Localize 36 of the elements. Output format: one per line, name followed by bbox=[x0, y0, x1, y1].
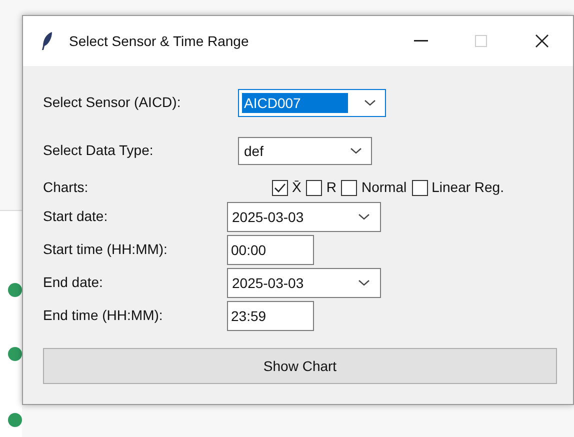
date-picker[interactable]: 2025-03-03 bbox=[227, 268, 381, 298]
checkbox-label: R bbox=[326, 178, 336, 197]
checkbox-label: Normal bbox=[361, 178, 407, 197]
checkbox[interactable] bbox=[341, 180, 358, 196]
checkbox[interactable] bbox=[272, 180, 288, 196]
maximize-icon bbox=[475, 35, 487, 47]
field-label: End date: bbox=[43, 274, 103, 290]
field-label: Select Sensor (AICD): bbox=[43, 94, 181, 110]
dropdown[interactable]: def bbox=[238, 137, 372, 165]
field-label: End time (HH:MM): bbox=[43, 307, 163, 323]
field-label: Charts: bbox=[43, 178, 88, 194]
checkbox[interactable] bbox=[412, 180, 428, 196]
field-label: Start date: bbox=[43, 208, 108, 224]
chevron-down-icon bbox=[350, 147, 362, 155]
field-label: Select Data Type: bbox=[43, 142, 154, 158]
chevron-down-icon bbox=[364, 99, 376, 107]
close-icon bbox=[535, 34, 549, 48]
checkbox[interactable] bbox=[306, 180, 322, 196]
dropdown-value: def bbox=[243, 142, 264, 161]
chevron-down-icon bbox=[358, 279, 370, 287]
date-value: 2025-03-03 bbox=[232, 274, 304, 292]
feather-icon bbox=[41, 31, 53, 51]
dropdown-value: AICD007 bbox=[242, 93, 348, 113]
minimize-icon bbox=[414, 40, 428, 42]
show-chart-button[interactable]: Show Chart bbox=[43, 348, 557, 384]
chevron-down-icon bbox=[358, 213, 370, 221]
dropdown[interactable]: AICD007 bbox=[238, 89, 386, 117]
field-label: Start time (HH:MM): bbox=[43, 241, 168, 257]
check-icon bbox=[274, 182, 286, 192]
date-value: 2025-03-03 bbox=[232, 208, 304, 226]
time-field[interactable]: 23:59 bbox=[227, 301, 314, 331]
date-picker[interactable]: 2025-03-03 bbox=[227, 202, 381, 232]
window-title: Select Sensor & Time Range bbox=[69, 32, 249, 51]
time-field[interactable]: 00:00 bbox=[227, 235, 314, 265]
checkbox-label: Linear Reg. bbox=[432, 178, 504, 197]
checkbox-label: X̄ bbox=[292, 178, 302, 197]
